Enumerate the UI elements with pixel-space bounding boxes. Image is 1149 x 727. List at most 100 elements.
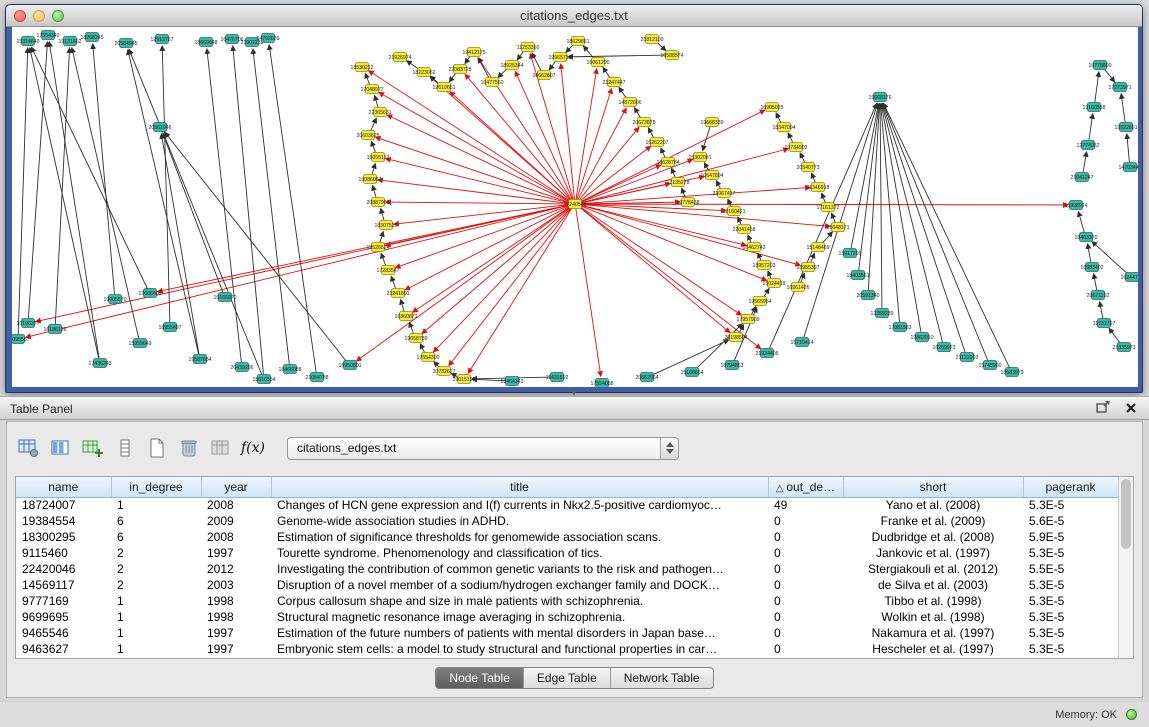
graph-edge[interactable] <box>868 104 879 290</box>
graph-edge[interactable] <box>468 208 572 373</box>
graph-edge[interactable] <box>880 104 882 308</box>
graph-node[interactable]: 20561046 <box>148 123 171 132</box>
network-window-titlebar[interactable]: citations_edges.txt <box>6 5 1142 27</box>
graph-edge[interactable] <box>375 96 378 108</box>
column-header-in_degree[interactable]: in_degree <box>111 477 201 497</box>
graph-node[interactable]: 18628784 <box>656 158 679 167</box>
table-row[interactable]: 1938455462009Genome-wide association stu… <box>16 513 1118 529</box>
graph-edge[interactable] <box>517 51 524 60</box>
graph-edge[interactable] <box>381 253 385 265</box>
graph-node[interactable]: 18223062 <box>412 68 435 77</box>
graph-node[interactable]: 22041458 <box>732 225 755 234</box>
graph-node[interactable]: 18530212 <box>350 63 373 72</box>
graph-node[interactable]: 16778890 <box>1088 61 1111 70</box>
graph-node[interactable]: 14703443 <box>1118 163 1138 172</box>
graph-node[interactable]: 18957203 <box>752 261 775 270</box>
table-row[interactable]: 969969511998Structural magnetic resonanc… <box>16 609 1118 625</box>
graph-node[interactable]: 15917299 <box>838 249 861 258</box>
graph-edge[interactable] <box>703 127 710 151</box>
graph-edge[interactable] <box>420 344 425 353</box>
graph-node[interactable]: 16710414 <box>790 338 813 347</box>
graph-edge[interactable] <box>387 115 569 202</box>
graph-node[interactable]: 15059649 <box>128 339 151 348</box>
graph-edge[interactable] <box>881 104 921 332</box>
graph-edge[interactable] <box>161 134 199 354</box>
graph-node[interactable]: 17273971 <box>1108 83 1131 92</box>
graph-node[interactable]: 19412175 <box>462 48 485 57</box>
table-row[interactable]: 1456911722003Disruption of a novel membe… <box>16 577 1118 593</box>
graph-node[interactable]: 20673878 <box>632 118 655 127</box>
graph-node[interactable]: 15745980 <box>978 361 1001 370</box>
graph-node[interactable]: 16961426 <box>786 283 809 292</box>
graph-node[interactable]: 19734902 <box>784 143 807 152</box>
graph-edge[interactable] <box>635 108 641 118</box>
table-row[interactable]: 977716911998Corpus callosum shape and si… <box>16 593 1118 609</box>
graph-edge[interactable] <box>478 58 489 78</box>
graph-edge[interactable] <box>371 141 375 152</box>
graph-edge[interactable] <box>812 173 816 182</box>
graph-node[interactable]: 19565954 <box>748 297 771 306</box>
graph-node[interactable]: 19587684 <box>188 355 211 364</box>
graph-edge[interactable] <box>800 153 805 163</box>
graph-node[interactable]: 19086053 <box>358 175 381 184</box>
graph-node[interactable]: 19965718 <box>548 53 571 62</box>
graph-edge[interactable] <box>883 103 988 360</box>
graph-node[interactable]: 12359239 <box>870 309 893 318</box>
graph-node[interactable]: 20540773 <box>796 163 819 172</box>
close-panel-icon[interactable] <box>1123 401 1139 417</box>
graph-edge[interactable] <box>580 110 764 202</box>
graph-edge[interactable] <box>811 253 815 262</box>
graph-edge[interactable] <box>401 300 404 312</box>
graph-edge[interactable] <box>832 213 836 222</box>
graph-node[interactable]: 20198564 <box>724 333 747 342</box>
graph-node[interactable]: 10647894 <box>700 171 723 180</box>
graph-edge[interactable] <box>49 42 99 358</box>
graph-node[interactable]: 21041247 <box>1070 173 1093 182</box>
graph-node[interactable]: 19778438 <box>676 198 699 207</box>
column-header-title[interactable]: title <box>271 477 768 497</box>
graph-edge[interactable] <box>162 46 170 322</box>
graph-edge[interactable] <box>1109 328 1120 343</box>
graph-edge[interactable] <box>357 207 571 361</box>
graph-edge[interactable] <box>1100 302 1103 318</box>
graph-node[interactable]: 18463370 <box>1074 233 1097 242</box>
column-header-year[interactable]: year <box>201 477 271 497</box>
graph-edge[interactable] <box>580 207 730 332</box>
graph-node[interactable]: 19668339 <box>700 118 723 127</box>
graph-edge[interactable] <box>394 205 569 225</box>
graph-node[interactable]: 16244783 <box>1120 273 1138 282</box>
graph-node[interactable]: 21247447 <box>602 78 625 87</box>
graph-node[interactable]: 22365631 <box>368 108 391 117</box>
graph-edge[interactable] <box>379 92 570 201</box>
table-row[interactable]: 911546021997Tourette syndrome. Phenomeno… <box>16 545 1118 561</box>
graph-node[interactable]: 19862010 <box>910 333 933 342</box>
graph-edge[interactable] <box>776 113 781 123</box>
graph-edge[interactable] <box>26 205 569 337</box>
graph-node[interactable]: 20439296 <box>230 363 253 372</box>
graph-edge[interactable] <box>568 55 666 57</box>
graph-edge[interactable] <box>728 199 731 207</box>
graph-edge[interactable] <box>576 209 601 376</box>
graph-node[interactable]: 16061290 <box>586 58 609 67</box>
graph-edge[interactable] <box>769 103 876 348</box>
graph-node[interactable]: 18268245 <box>80 33 103 42</box>
graph-edge[interactable] <box>207 49 241 362</box>
graph-edge[interactable] <box>449 208 571 366</box>
graph-node[interactable]: 19131662 <box>58 37 81 46</box>
graph-edge[interactable] <box>764 289 769 298</box>
graph-node[interactable]: 18955497 <box>158 323 181 332</box>
graph-node[interactable]: 19668176 <box>868 93 891 102</box>
graph-edge[interactable] <box>549 61 556 70</box>
graph-node[interactable]: 14872006 <box>618 98 641 107</box>
graph-edge[interactable] <box>672 168 676 177</box>
graph-edge[interactable] <box>603 67 610 78</box>
graph-edge[interactable] <box>768 271 771 279</box>
graph-edge[interactable] <box>450 92 571 201</box>
zoom-window-icon[interactable] <box>52 10 64 22</box>
graph-edge[interactable] <box>1083 152 1086 172</box>
table-row[interactable]: 946554611997Estimation of the future num… <box>16 625 1118 641</box>
graph-edge[interactable] <box>449 73 456 82</box>
graph-edge[interactable] <box>581 204 726 210</box>
graph-node[interactable]: 18629861 <box>566 37 589 46</box>
graph-edge[interactable] <box>386 202 569 204</box>
